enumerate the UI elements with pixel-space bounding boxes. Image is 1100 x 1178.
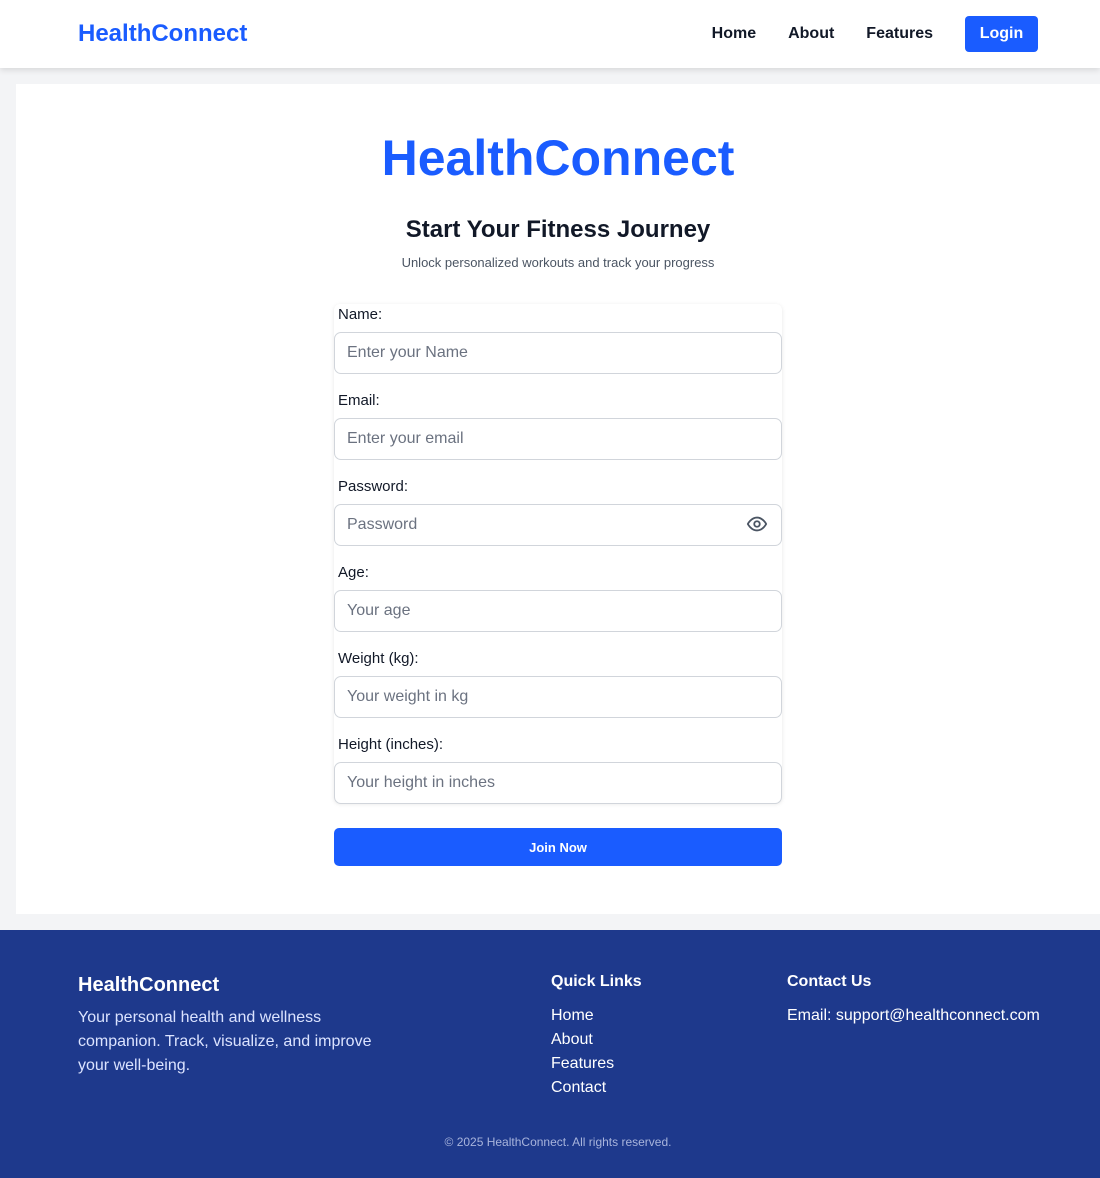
- signup-card: HealthConnect Start Your Fitness Journey…: [16, 84, 1100, 914]
- weight-label: Weight (kg):: [338, 650, 419, 667]
- join-now-button[interactable]: Join Now: [334, 828, 782, 866]
- nav-links: Home About Features Login: [712, 16, 1038, 52]
- footer-link-home[interactable]: Home: [551, 1004, 614, 1028]
- footer-brand: HealthConnect: [78, 974, 220, 996]
- hero-tagline: Unlock personalized workouts and track y…: [401, 255, 715, 270]
- footer-link-about[interactable]: About: [551, 1028, 614, 1052]
- login-button[interactable]: Login: [965, 16, 1038, 52]
- password-input[interactable]: [334, 504, 782, 546]
- height-input[interactable]: [334, 762, 782, 804]
- name-label: Name:: [338, 306, 383, 323]
- nav-link-about[interactable]: About: [788, 16, 834, 52]
- nav-link-features[interactable]: Features: [866, 16, 933, 52]
- contact-heading: Contact Us: [787, 973, 872, 990]
- copyright-text: © 2025 HealthConnect. All rights reserve…: [444, 1135, 672, 1149]
- weight-input[interactable]: [334, 676, 782, 718]
- nav-link-home[interactable]: Home: [712, 16, 756, 52]
- signup-form: Name: Email: Password: Age: Weight (kg):…: [334, 304, 782, 804]
- hero-title: HealthConnect: [381, 130, 735, 186]
- contact-email[interactable]: Email: support@healthconnect.com: [787, 1004, 1040, 1028]
- email-input[interactable]: [334, 418, 782, 460]
- name-input[interactable]: [334, 332, 782, 374]
- top-navbar: HealthConnect Home About Features Login: [0, 0, 1100, 68]
- password-label: Password:: [338, 478, 409, 495]
- height-label: Height (inches):: [338, 736, 444, 753]
- eye-icon[interactable]: [746, 513, 768, 535]
- site-footer: HealthConnect Your personal health and w…: [0, 930, 1100, 1178]
- quick-links-list: Home About Features Contact: [551, 1004, 614, 1100]
- footer-link-contact[interactable]: Contact: [551, 1076, 614, 1100]
- age-label: Age:: [338, 564, 369, 581]
- email-label: Email:: [338, 392, 380, 409]
- quick-links-heading: Quick Links: [551, 973, 642, 990]
- footer-link-features[interactable]: Features: [551, 1052, 614, 1076]
- nav-brand-logo[interactable]: HealthConnect: [78, 20, 247, 48]
- age-input[interactable]: [334, 590, 782, 632]
- footer-description: Your personal health and wellness compan…: [78, 1009, 372, 1074]
- hero-subtitle: Start Your Fitness Journey: [405, 216, 711, 243]
